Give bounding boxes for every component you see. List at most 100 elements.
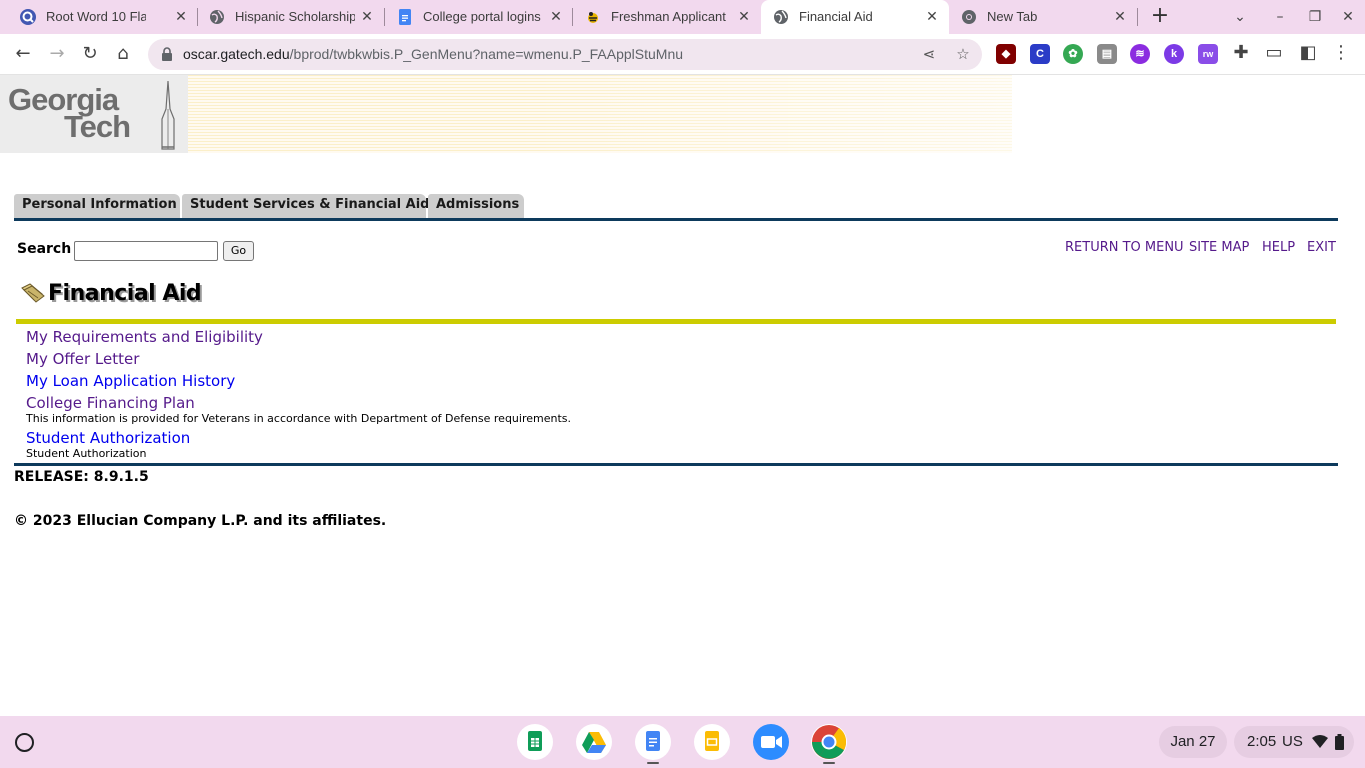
header-banner: Georgia Tech: [0, 75, 1012, 153]
green-extension-icon[interactable]: ✿: [1063, 44, 1083, 64]
chrome-icon: [962, 10, 976, 24]
college-financing-plan-link[interactable]: College Financing Plan: [26, 394, 195, 412]
running-indicator: [647, 762, 659, 764]
banner-stripes: [188, 75, 1012, 153]
page-content: Georgia Tech Personal Information Studen…: [0, 75, 1365, 716]
browser-tab-root-word[interactable]: Root Word 10 Flashca ✕: [8, 0, 198, 34]
google-slides-icon[interactable]: [694, 724, 730, 760]
logo-line-2: Tech: [64, 109, 131, 144]
quizlet-icon: [20, 9, 36, 25]
rw-extension-icon[interactable]: rw: [1198, 44, 1218, 64]
close-tab-icon[interactable]: ✕: [173, 8, 189, 24]
college-financing-plan-description: This information is provided for Veteran…: [26, 412, 571, 425]
browser-tabstrip: Root Word 10 Flashca ✕ Hispanic Scholars…: [0, 0, 1365, 34]
new-tab-button[interactable]: +: [1149, 5, 1171, 28]
help-link[interactable]: HELP: [1262, 240, 1295, 255]
more-menu-icon[interactable]: ⋮: [1329, 41, 1353, 65]
close-tab-icon[interactable]: ✕: [736, 8, 752, 24]
close-tab-icon[interactable]: ✕: [359, 8, 375, 24]
financial-aid-folder-icon: [21, 283, 45, 303]
footer-divider: [14, 463, 1338, 466]
c-extension-icon[interactable]: C: [1030, 44, 1050, 64]
address-bar[interactable]: oscar.gatech.edu/bprod/twbkwbis.P_GenMen…: [148, 39, 982, 70]
share-icon[interactable]: ⋖: [919, 44, 939, 64]
side-panel-icon[interactable]: ◧: [1296, 41, 1320, 65]
ublock-icon[interactable]: ◆: [996, 44, 1016, 64]
tab-personal-information[interactable]: Personal Information: [14, 194, 180, 218]
return-to-menu-link[interactable]: RETURN TO MENU: [1065, 240, 1184, 255]
forward-arrow-icon[interactable]: →: [45, 42, 69, 66]
extensions-puzzle-icon[interactable]: ✚: [1229, 41, 1253, 65]
globe-icon: [774, 10, 788, 24]
release-version: RELEASE: 8.9.1.5: [14, 469, 149, 485]
close-tab-icon[interactable]: ✕: [548, 8, 564, 24]
tab-title: College portal logins: [423, 9, 541, 24]
browser-toolbar: ← → ↻ ⌂ oscar.gatech.edu/bprod/twbkwbis.…: [0, 34, 1365, 75]
home-icon[interactable]: ⌂: [111, 42, 135, 66]
google-drive-icon[interactable]: [576, 724, 612, 760]
title-divider: [16, 319, 1336, 324]
system-tray[interactable]: 2:05 US: [1234, 726, 1354, 758]
minimize-window-icon[interactable]: –: [1270, 7, 1290, 27]
zoom-icon[interactable]: [753, 724, 789, 760]
google-docs-icon[interactable]: [635, 724, 671, 760]
tab-title: Hispanic Scholarship: [235, 9, 355, 24]
go-button[interactable]: Go: [223, 241, 254, 261]
battery-icon: [1335, 734, 1344, 750]
tab-title: Financial Aid: [799, 9, 873, 24]
bookmark-star-icon[interactable]: ☆: [953, 44, 973, 64]
browser-tab-freshman-applicant[interactable]: Freshman Applicant S ✕: [573, 0, 761, 34]
clock-time: 2:05: [1247, 733, 1277, 750]
running-indicator: [823, 762, 835, 764]
input-locale: US: [1282, 733, 1303, 750]
search-label: Search: [17, 241, 72, 257]
grey-extension-icon[interactable]: ▤: [1097, 44, 1117, 64]
google-docs-icon: [399, 9, 411, 25]
globe-icon: [210, 10, 224, 24]
tab-search-chevron-icon[interactable]: ⌄: [1230, 7, 1250, 27]
page-title: Financial Aid: [48, 281, 202, 306]
restore-window-icon[interactable]: ❐: [1305, 7, 1325, 27]
date-pill[interactable]: Jan 27: [1159, 726, 1227, 758]
tab-title: Freshman Applicant S: [611, 9, 729, 24]
os-shelf: Jan 27 2:05 US: [0, 716, 1365, 768]
launcher-icon[interactable]: [15, 733, 34, 752]
browser-tab-new-tab[interactable]: New Tab ✕: [949, 0, 1137, 34]
exit-link[interactable]: EXIT: [1307, 240, 1336, 255]
lock-icon[interactable]: [160, 47, 174, 62]
close-tab-icon[interactable]: ✕: [1112, 8, 1128, 24]
browser-tab-financial-aid[interactable]: Financial Aid ✕: [761, 0, 949, 34]
student-authorization-link[interactable]: Student Authorization: [26, 429, 190, 447]
chrome-icon[interactable]: [811, 724, 847, 760]
tab-divider: [14, 218, 1338, 221]
georgia-tech-logo: Georgia Tech: [0, 75, 188, 153]
loan-application-history-link[interactable]: My Loan Application History: [26, 372, 235, 390]
google-sheets-icon[interactable]: [517, 724, 553, 760]
purple-extension-icon[interactable]: ≋: [1130, 44, 1150, 64]
cast-icon[interactable]: ▭: [1262, 41, 1286, 65]
close-tab-icon[interactable]: ✕: [924, 8, 940, 24]
site-map-link[interactable]: SITE MAP: [1189, 240, 1249, 255]
tech-tower-icon: [161, 80, 175, 150]
browser-tab-hispanic-scholarship[interactable]: Hispanic Scholarship ✕: [197, 0, 385, 34]
search-input[interactable]: [74, 241, 218, 261]
url-path: /bprod/twbkwbis.P_GenMenu?name=wmenu.P_F…: [289, 46, 684, 62]
back-arrow-icon[interactable]: ←: [11, 42, 35, 66]
tab-title: New Tab: [987, 9, 1038, 24]
k-extension-icon[interactable]: k: [1164, 44, 1184, 64]
url-text[interactable]: oscar.gatech.edu/bprod/twbkwbis.P_GenMen…: [183, 46, 683, 62]
reload-icon[interactable]: ↻: [78, 42, 102, 66]
close-window-icon[interactable]: ✕: [1338, 7, 1358, 27]
student-authorization-description: Student Authorization: [26, 447, 147, 460]
tab-separator: [1137, 8, 1138, 26]
tab-title: Root Word 10 Flashca: [46, 9, 146, 24]
url-host: oscar.gatech.edu: [183, 46, 290, 62]
offer-letter-link[interactable]: My Offer Letter: [26, 350, 139, 368]
tab-student-services[interactable]: Student Services & Financial Aid: [182, 194, 429, 218]
wifi-icon: [1312, 735, 1328, 748]
tab-admissions[interactable]: Admissions: [428, 194, 524, 218]
browser-tab-college-portal-logins[interactable]: College portal logins ✕: [385, 0, 573, 34]
copyright-notice: © 2023 Ellucian Company L.P. and its aff…: [14, 513, 387, 529]
yellow-jacket-icon: [588, 12, 598, 23]
requirements-eligibility-link[interactable]: My Requirements and Eligibility: [26, 328, 263, 346]
